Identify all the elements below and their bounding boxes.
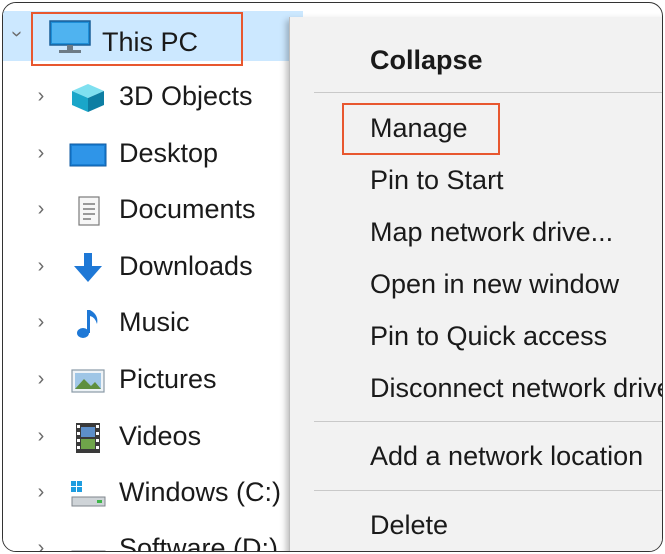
tree-item-music[interactable]: › Music: [3, 297, 293, 347]
tree-item-downloads[interactable]: › Downloads: [3, 241, 293, 291]
tree-item-label: Software (D:): [119, 533, 279, 552]
chevron-right-icon[interactable]: ›: [31, 368, 51, 390]
tree-item-label: Windows (C:): [119, 477, 282, 507]
tree-item-videos[interactable]: › Videos: [3, 411, 293, 461]
tree-item-documents[interactable]: › Documents: [3, 184, 293, 234]
tree-item-software-d[interactable]: › Software (D:): [3, 523, 293, 552]
tree-item-label: Videos: [119, 421, 202, 451]
menu-separator: [314, 490, 662, 491]
menu-item-add-network-location[interactable]: Add a network location: [370, 441, 643, 472]
drive-c-icon: [71, 481, 106, 507]
chevron-right-icon[interactable]: ›: [31, 481, 51, 503]
menu-separator: [314, 92, 662, 93]
menu-item-disconnect-network-drive[interactable]: Disconnect network drive...: [370, 373, 662, 404]
tree-item-pictures[interactable]: › Pictures: [3, 354, 293, 404]
desktop-icon: [69, 143, 107, 167]
context-menu: Collapse Manage Pin to Start Map network…: [289, 17, 662, 551]
menu-separator: [314, 421, 662, 422]
manage-highlight-box: [342, 103, 500, 155]
menu-item-map-network-drive[interactable]: Map network drive...: [370, 217, 613, 248]
chevron-right-icon[interactable]: ›: [31, 537, 51, 552]
pictures-icon: [71, 369, 105, 393]
tree-item-label: Music: [119, 307, 190, 337]
this-pc-highlight-box: [31, 12, 243, 66]
menu-item-pin-to-start[interactable]: Pin to Start: [370, 165, 504, 196]
tree-item-label: Pictures: [119, 364, 217, 394]
chevron-right-icon[interactable]: ›: [31, 198, 51, 220]
downloads-icon: [74, 253, 102, 282]
chevron-right-icon[interactable]: ›: [31, 255, 51, 277]
tree-item-3d-objects[interactable]: › 3D Objects: [3, 71, 293, 121]
menu-item-delete[interactable]: Delete: [370, 510, 448, 541]
3d-objects-icon: [72, 84, 104, 112]
chevron-right-icon[interactable]: ›: [31, 311, 51, 333]
chevron-right-icon[interactable]: ›: [31, 85, 51, 107]
drive-d-icon: [71, 550, 106, 551]
music-icon: [77, 310, 98, 338]
navigation-pane: › This PC › 3D Objects › Desktop › Docum…: [3, 3, 303, 551]
tree-item-label: Downloads: [119, 251, 253, 281]
tree-item-label: Documents: [119, 194, 256, 224]
documents-icon: [78, 196, 100, 226]
tree-item-label: 3D Objects: [119, 81, 253, 111]
explorer-window: › This PC › 3D Objects › Desktop › Docum…: [2, 2, 663, 552]
tree-item-desktop[interactable]: › Desktop: [3, 128, 293, 178]
videos-icon: [76, 423, 100, 453]
menu-item-collapse[interactable]: Collapse: [370, 45, 483, 76]
menu-item-open-new-window[interactable]: Open in new window: [370, 269, 619, 300]
menu-item-pin-quick-access[interactable]: Pin to Quick access: [370, 321, 607, 352]
chevron-right-icon[interactable]: ›: [31, 142, 51, 164]
tree-item-windows-c[interactable]: › Windows (C:): [3, 467, 293, 517]
chevron-down-icon[interactable]: ›: [7, 24, 29, 44]
chevron-right-icon[interactable]: ›: [31, 425, 51, 447]
tree-item-label: Desktop: [119, 138, 219, 168]
